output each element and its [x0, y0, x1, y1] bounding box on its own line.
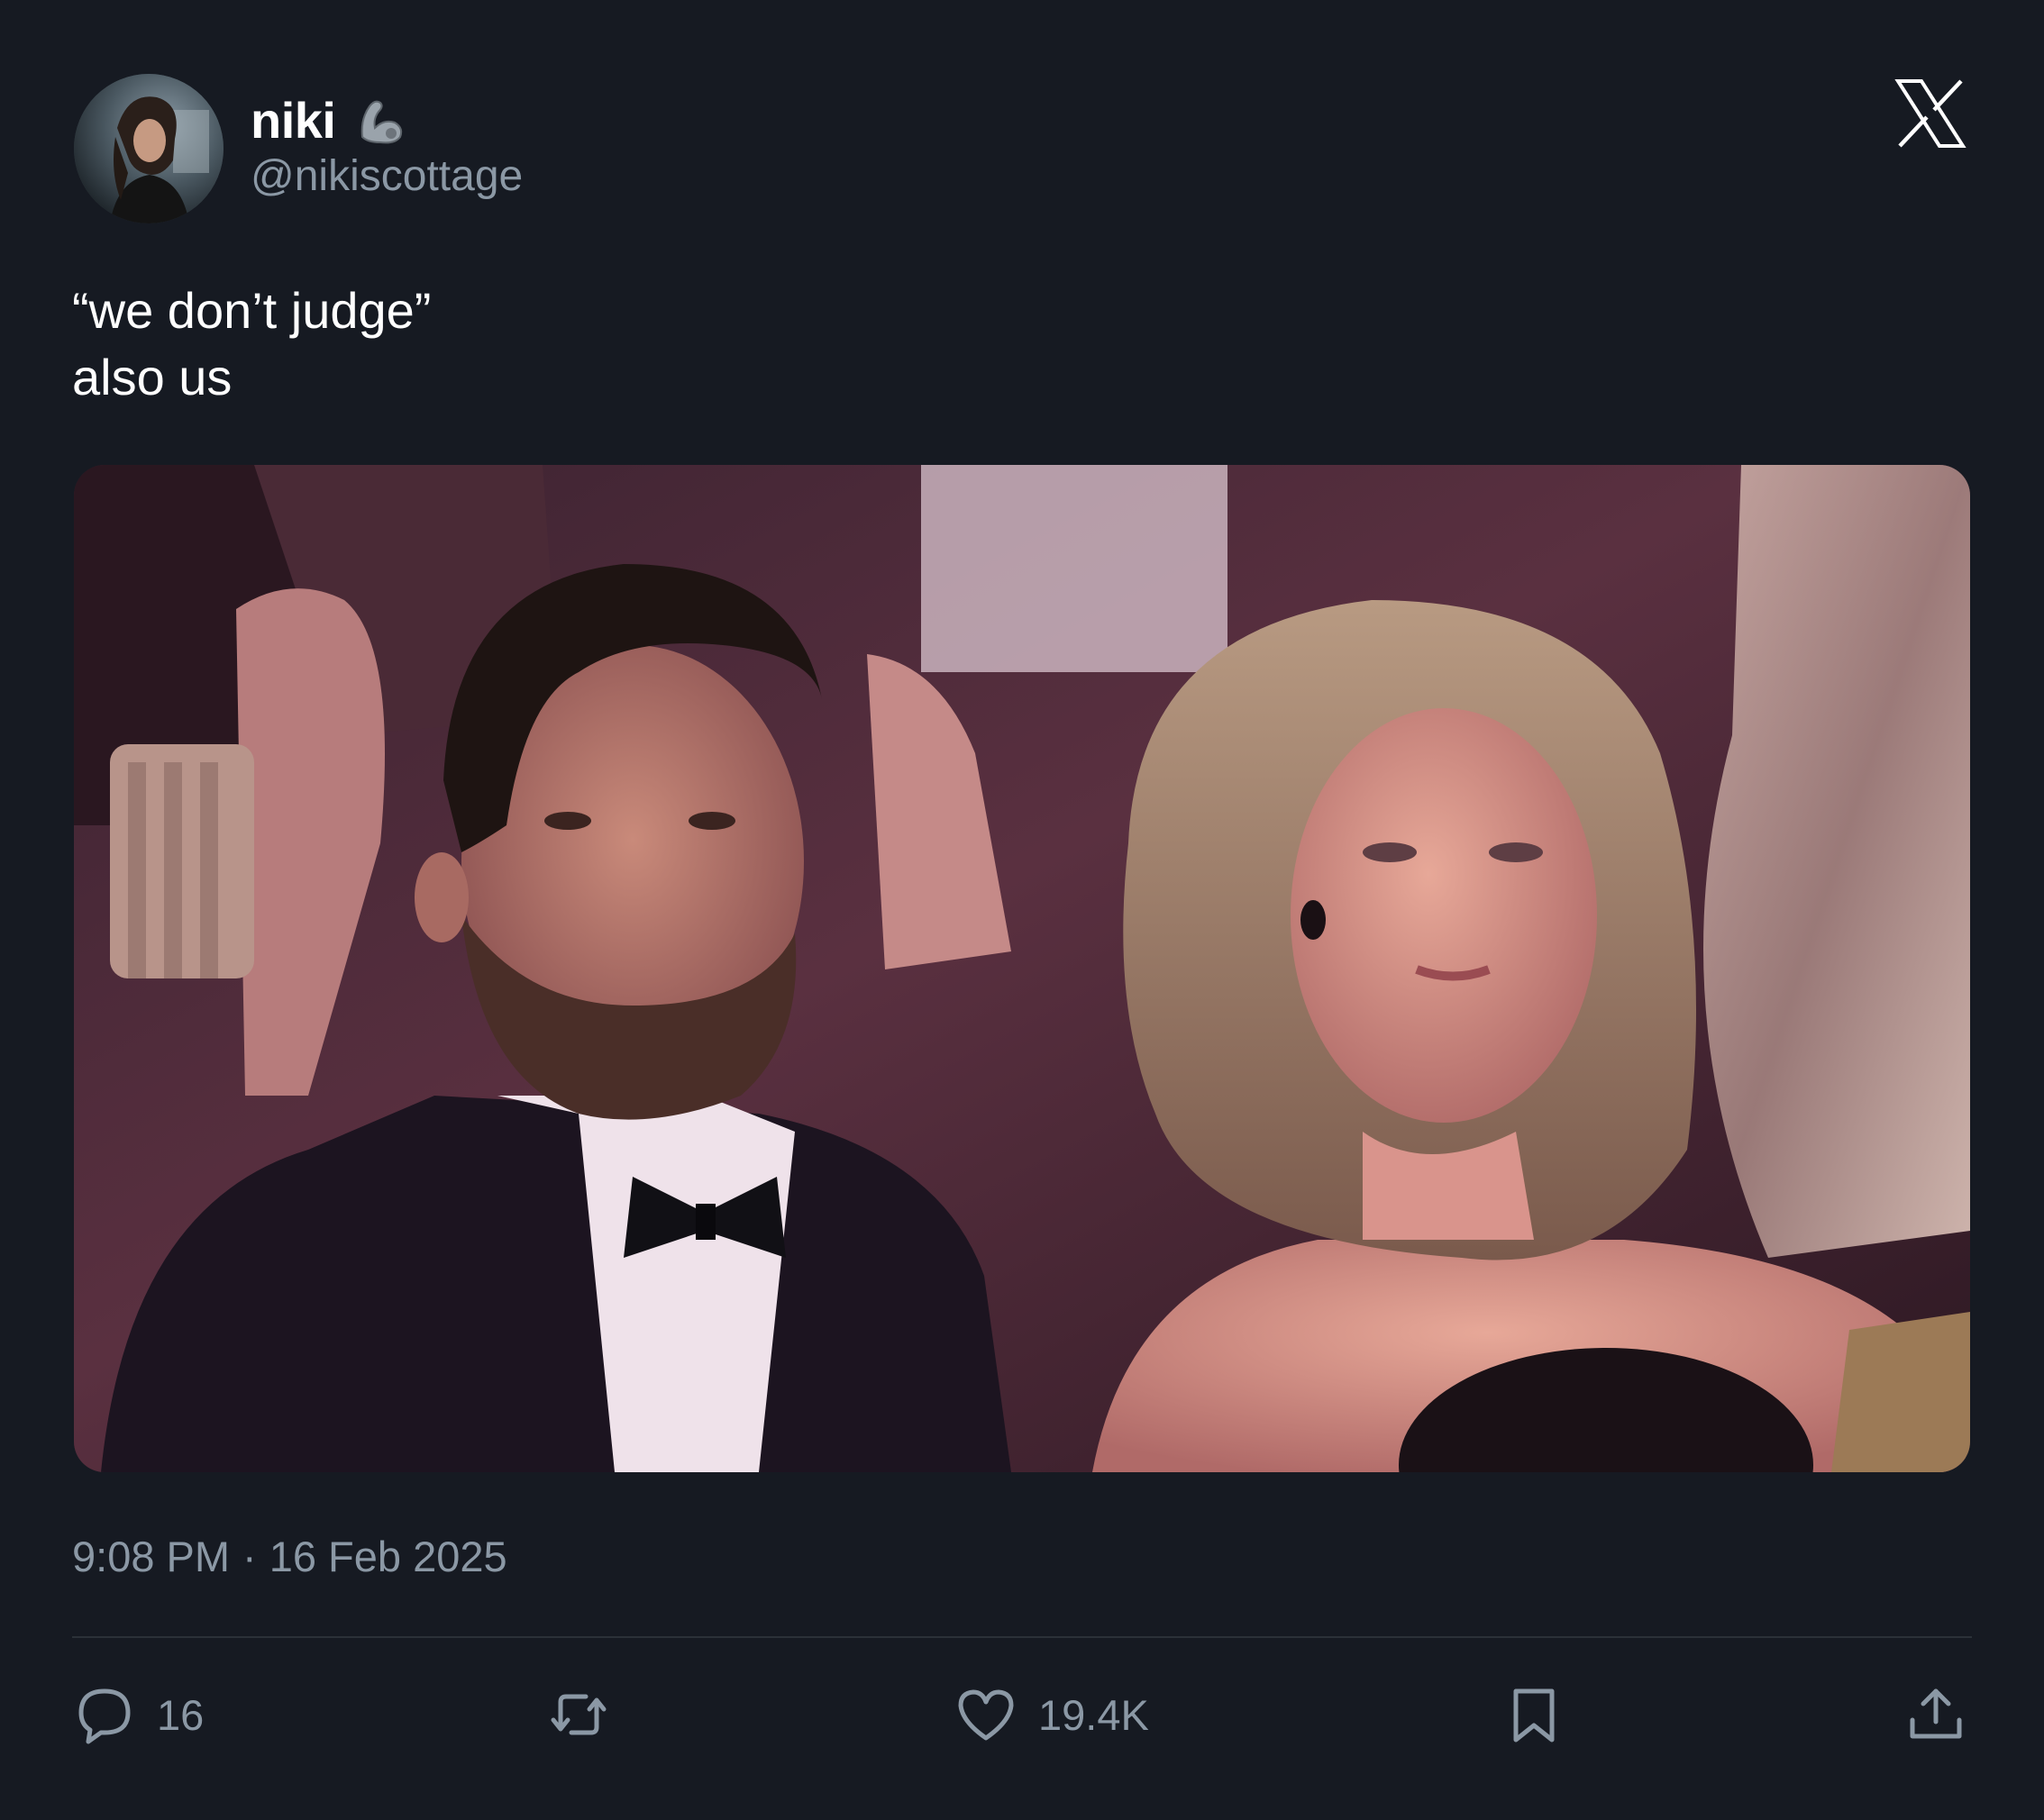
retweet-icon	[548, 1684, 609, 1745]
bookmark-icon	[1503, 1684, 1565, 1745]
reply-count: 16	[157, 1690, 205, 1739]
tweet-timestamp[interactable]: 9:08 PM · 16 Feb 2025	[72, 1532, 507, 1581]
tweet-time: 9:08 PM	[72, 1533, 231, 1580]
share-button[interactable]	[1905, 1683, 1966, 1746]
timestamp-separator: ·	[242, 1533, 257, 1580]
reply-bubble-icon	[74, 1684, 135, 1745]
x-logo-icon	[1894, 77, 1966, 150]
reply-button[interactable]: 16	[74, 1683, 204, 1746]
tweet-text-line: “we don’t judge”	[72, 282, 432, 339]
author-handle[interactable]: @nikiscottage	[251, 151, 523, 201]
divider	[72, 1636, 1972, 1638]
avatar[interactable]	[74, 74, 224, 223]
like-button[interactable]: 19.4K	[955, 1683, 1149, 1746]
tweet-date: 16 Feb 2025	[269, 1533, 507, 1580]
tweet-text-line: also us	[72, 349, 233, 405]
display-name[interactable]: niki	[251, 91, 336, 150]
author-name-row: niki	[251, 88, 407, 151]
bookmark-button[interactable]	[1503, 1683, 1565, 1746]
tweet-card: niki @nikiscottage “we don’t judge” also…	[0, 0, 2044, 1820]
like-count: 19.4K	[1038, 1690, 1149, 1739]
flexed-arm-emoji-icon	[351, 92, 407, 148]
photo-illustration	[74, 465, 1970, 1472]
share-icon	[1905, 1684, 1966, 1745]
tweet-media-photo[interactable]	[74, 465, 1970, 1472]
retweet-button[interactable]	[548, 1683, 631, 1746]
heart-icon	[955, 1684, 1017, 1745]
avatar-image	[74, 74, 224, 223]
tweet-text: “we don’t judge” also us	[72, 278, 431, 411]
